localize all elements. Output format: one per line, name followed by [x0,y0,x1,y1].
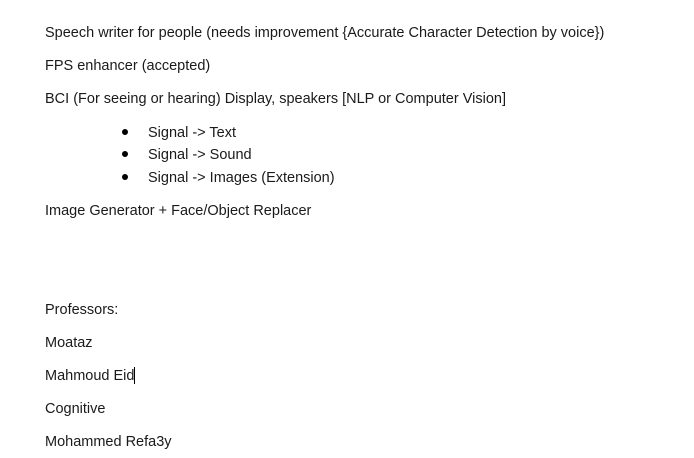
bullet-text: Signal -> Text [148,125,236,141]
document-page[interactable]: Speech writer for people (needs improvem… [0,0,694,458]
paragraph-speech-writer: Speech writer for people (needs improvem… [45,25,605,41]
professor-item: Moataz [45,335,93,351]
paragraph-bci: BCI (For seeing or hearing) Display, spe… [45,91,506,107]
professor-name: Mahmoud Eid [45,368,135,384]
text-cursor [134,366,136,384]
bullet-icon [122,129,128,136]
bullet-item: Signal -> Sound [122,146,252,164]
paragraph-fps-enhancer: FPS enhancer (accepted) [45,58,211,74]
professor-item: Cognitive [45,401,106,417]
bullet-icon [122,174,128,181]
professors-heading: Professors: [45,302,119,318]
bullet-item: Signal -> Text [122,124,236,142]
paragraph-image-generator: Image Generator + Face/Object Replacer [45,203,312,219]
bullet-text: Signal -> Images (Extension) [148,170,335,186]
bullet-icon [122,151,128,158]
bullet-item: Signal -> Images (Extension) [122,169,335,187]
professor-item: Mohammed Refa3y [45,434,172,450]
bullet-text: Signal -> Sound [148,147,252,163]
professor-item-with-cursor: Mahmoud Eid [45,366,136,385]
